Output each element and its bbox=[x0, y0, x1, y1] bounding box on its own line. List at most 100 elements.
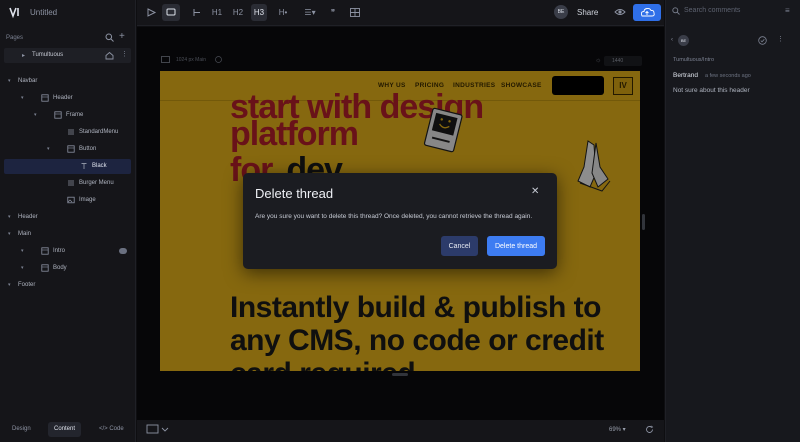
sidebar-tabs: Design Content </> Code bbox=[0, 420, 136, 442]
layer-label: Body bbox=[53, 265, 67, 271]
dialog-title: Delete thread bbox=[255, 186, 334, 201]
chevron-down-icon[interactable]: ▾ bbox=[21, 265, 24, 271]
chevron-down-icon[interactable]: ▾ bbox=[8, 282, 11, 288]
text-icon bbox=[80, 162, 88, 170]
layer-label: Main bbox=[18, 231, 32, 237]
table-icon[interactable] bbox=[349, 4, 361, 21]
zoom-select[interactable]: 69% ▾ bbox=[609, 426, 626, 433]
layer-label: Header bbox=[18, 214, 38, 220]
preview-eye-icon[interactable] bbox=[614, 7, 626, 17]
search-icon bbox=[672, 7, 680, 15]
add-page-icon[interactable]: + bbox=[119, 32, 125, 42]
page-item-tumultuous[interactable]: ▸ Tumultuous ⋮ bbox=[4, 48, 131, 63]
comment-avatar: BE bbox=[678, 35, 689, 46]
app-title[interactable]: Untitled bbox=[30, 8, 57, 17]
frame-icon bbox=[54, 111, 62, 119]
app-window: Untitled Pages + ▸ Tumultuous ⋮ ▾ Navbar ▾… bbox=[0, 0, 800, 442]
dialog-message: Are you sure you want to delete this thr… bbox=[255, 213, 533, 220]
editor-toolbar: H1 H2 H3 H• ☰▾ ❞ BE Share bbox=[137, 0, 664, 26]
frame-icon bbox=[67, 145, 75, 153]
layer-item[interactable]: ▾ Body bbox=[4, 261, 131, 276]
comment-text: Not sure about this header bbox=[673, 87, 750, 94]
refresh-icon[interactable] bbox=[645, 425, 654, 434]
frame-icon bbox=[41, 247, 49, 255]
device-preview-icon[interactable] bbox=[146, 424, 170, 436]
share-button[interactable]: Share bbox=[577, 8, 598, 17]
comment-tool-button[interactable] bbox=[162, 4, 180, 21]
layer-label: Navbar bbox=[18, 78, 38, 84]
tab-code[interactable]: </> Code bbox=[93, 422, 130, 437]
layer-label: Footer bbox=[18, 282, 36, 288]
delete-thread-dialog: Delete thread ✕ Are you sure you want to… bbox=[243, 173, 557, 269]
app-logo-icon[interactable] bbox=[8, 5, 22, 19]
pages-label: Pages bbox=[6, 35, 24, 41]
layer-item[interactable]: ▾ Frame bbox=[4, 108, 131, 123]
layer-item[interactable]: ▾ Main bbox=[4, 227, 131, 242]
layer-label: Black bbox=[92, 163, 107, 169]
layer-item[interactable]: ▾ Header bbox=[4, 210, 131, 225]
component-icon bbox=[67, 179, 75, 187]
layer-item[interactable]: ▾ Button bbox=[4, 142, 131, 157]
publish-button[interactable] bbox=[633, 4, 661, 21]
layer-label: Frame bbox=[66, 112, 84, 118]
canvas-bottom-bar bbox=[137, 420, 664, 442]
block-icon[interactable] bbox=[191, 4, 203, 21]
layer-label: Button bbox=[79, 146, 97, 152]
filter-icon[interactable]: ≡ bbox=[785, 6, 790, 15]
chevron-down-icon[interactable]: ▾ bbox=[47, 146, 50, 152]
layer-item[interactable]: Image bbox=[4, 193, 131, 208]
heading1-button[interactable]: H1 bbox=[210, 4, 224, 21]
tab-design[interactable]: Design bbox=[6, 422, 37, 437]
user-avatar[interactable]: BE bbox=[554, 5, 568, 19]
comment-time: a few seconds ago bbox=[705, 73, 751, 79]
search-icon[interactable] bbox=[105, 33, 114, 42]
layer-item[interactable]: StandardMenu bbox=[4, 125, 131, 140]
layer-label: Intro bbox=[53, 248, 66, 254]
component-icon bbox=[67, 128, 75, 136]
layer-item[interactable]: ▾ Header bbox=[4, 91, 131, 106]
layer-label: Header bbox=[53, 95, 73, 101]
delete-thread-button[interactable]: Delete thread bbox=[487, 236, 545, 256]
chevron-left-icon[interactable]: ‹ bbox=[671, 37, 673, 43]
list-icon[interactable]: ☰▾ bbox=[300, 4, 320, 21]
frame-icon bbox=[41, 94, 49, 102]
comment-location: Tumultuous/Intro bbox=[673, 57, 715, 63]
heading3-button[interactable]: H3 bbox=[251, 4, 267, 21]
chevron-down-icon[interactable]: ▾ bbox=[8, 214, 11, 220]
chevron-down-icon[interactable]: ▾ bbox=[8, 231, 11, 237]
layer-item[interactable]: ▾ Intro bbox=[4, 244, 131, 259]
comment-author: Bertrand bbox=[673, 72, 698, 79]
chevron-down-icon[interactable]: ▾ bbox=[8, 78, 11, 84]
layer-item[interactable]: ▾ Footer bbox=[4, 278, 131, 293]
heading2-button[interactable]: H2 bbox=[231, 4, 245, 21]
chevron-down-icon[interactable]: ▾ bbox=[34, 112, 37, 118]
resolve-check-icon[interactable] bbox=[758, 36, 767, 45]
layer-item[interactable]: ▾ Navbar bbox=[4, 74, 131, 89]
page-name: Tumultuous bbox=[32, 52, 64, 58]
layer-label: Image bbox=[79, 197, 96, 203]
app-header: Untitled bbox=[0, 0, 136, 26]
home-icon bbox=[105, 51, 114, 60]
frame-icon bbox=[41, 264, 49, 272]
layer-item[interactable]: Burger Menu bbox=[4, 176, 131, 191]
more-icon[interactable]: ⋮ bbox=[121, 50, 128, 58]
heading-more-button[interactable]: H• bbox=[273, 4, 293, 21]
layer-label: Burger Menu bbox=[79, 180, 114, 186]
play-icon[interactable] bbox=[145, 4, 157, 21]
cloud-upload-icon bbox=[640, 7, 655, 17]
visibility-toggle[interactable] bbox=[119, 248, 127, 254]
tab-content[interactable]: Content bbox=[48, 422, 82, 437]
layer-item[interactable]: Black bbox=[4, 159, 131, 174]
comments-search-input[interactable]: Search comments bbox=[684, 7, 740, 14]
cancel-button[interactable]: Cancel bbox=[441, 236, 478, 256]
chevron-down-icon[interactable]: ▾ bbox=[21, 248, 24, 254]
chevron-right-icon[interactable]: ▸ bbox=[22, 52, 25, 59]
left-sidebar: Untitled Pages + ▸ Tumultuous ⋮ ▾ Navbar ▾… bbox=[0, 0, 136, 442]
more-icon[interactable]: ⋮ bbox=[777, 35, 784, 43]
close-icon[interactable]: ✕ bbox=[531, 187, 539, 197]
comment-icon bbox=[166, 8, 176, 16]
layer-label: StandardMenu bbox=[79, 129, 119, 135]
chevron-down-icon[interactable]: ▾ bbox=[21, 95, 24, 101]
image-icon bbox=[67, 196, 75, 204]
quote-icon[interactable]: ❞ bbox=[327, 4, 339, 21]
